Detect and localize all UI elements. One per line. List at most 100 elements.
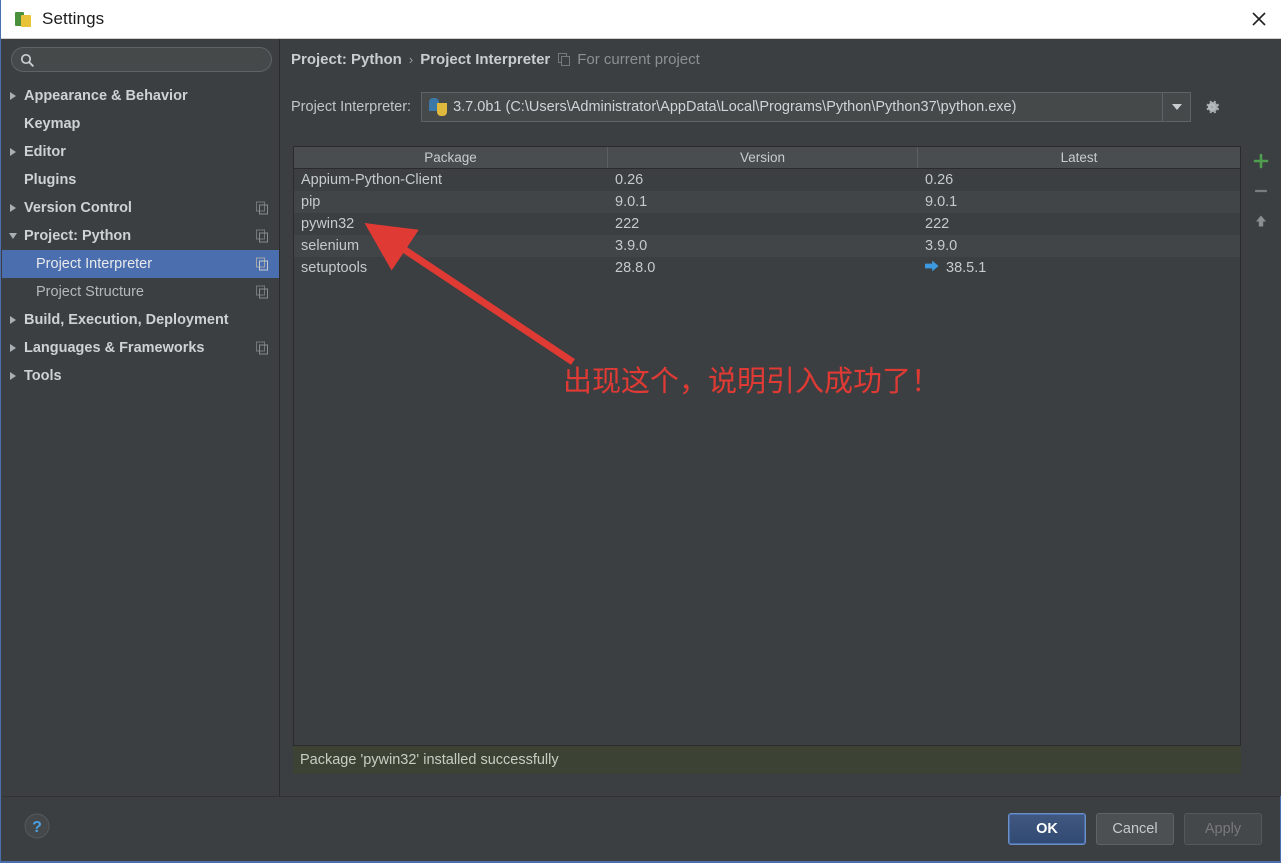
ok-button[interactable]: OK	[1008, 813, 1086, 845]
sidebar-item-version-control[interactable]: Version Control	[2, 194, 279, 222]
settings-tree: Appearance & Behavior Keymap Editor Plugins…	[2, 82, 279, 390]
cell-latest: 38.5.1	[918, 260, 1240, 276]
chevron-right-icon[interactable]	[2, 372, 24, 380]
column-header-package[interactable]: Package	[294, 147, 608, 168]
search-container	[2, 39, 279, 72]
cell-package: setuptools	[301, 260, 368, 276]
upgrade-package-button[interactable]	[1246, 206, 1276, 236]
sidebar-item-project-python[interactable]: Project: Python	[2, 222, 279, 250]
sidebar-item-label: Keymap	[24, 116, 81, 132]
interpreter-dropdown[interactable]: 3.7.0b1 (C:\Users\Administrator\AppData\…	[421, 92, 1192, 122]
column-header-latest[interactable]: Latest	[918, 147, 1240, 168]
status-bar: Package 'pywin32' installed successfully	[293, 746, 1241, 774]
cell-version: 9.0.1	[615, 194, 648, 210]
interpreter-label: Project Interpreter:	[291, 99, 412, 115]
sidebar-item-project-structure[interactable]: Project Structure	[2, 278, 279, 306]
table-row[interactable]: pywin32 222 222	[294, 213, 1240, 235]
window-title: Settings	[42, 9, 105, 28]
breadcrumb-leaf: Project Interpreter	[420, 51, 551, 68]
copy-icon	[558, 53, 571, 66]
cell-latest-text: 9.0.1	[925, 194, 958, 210]
chevron-right-icon[interactable]	[2, 148, 24, 156]
cell-version: 28.8.0	[615, 260, 656, 276]
upgrade-available-icon	[925, 260, 939, 276]
cell-latest-text: 3.9.0	[925, 238, 958, 254]
dialog-footer: ? OK Cancel Apply	[2, 796, 1280, 861]
sidebar-item-label: Build, Execution, Deployment	[24, 312, 229, 328]
breadcrumb: Project: Python › Project Interpreter Fo…	[291, 51, 700, 68]
chevron-down-icon[interactable]	[1162, 93, 1190, 121]
cell-latest: 0.26	[918, 172, 1240, 188]
close-icon[interactable]	[1236, 0, 1281, 38]
pycharm-icon	[15, 11, 32, 28]
sidebar-item-languages-frameworks[interactable]: Languages & Frameworks	[2, 334, 279, 362]
copy-icon	[256, 201, 269, 215]
sidebar-item-build-execution-deployment[interactable]: Build, Execution, Deployment	[2, 306, 279, 334]
search-input[interactable]	[40, 52, 255, 67]
copy-icon	[256, 229, 269, 243]
sidebar-item-project-interpreter[interactable]: Project Interpreter	[2, 250, 279, 278]
cell-version: 222	[615, 216, 640, 232]
sidebar-item-label: Project: Python	[24, 228, 132, 244]
cell-package: selenium	[301, 238, 360, 254]
cell-package: pywin32	[301, 216, 355, 232]
breadcrumb-separator: ›	[408, 52, 414, 67]
chevron-right-icon[interactable]	[2, 316, 24, 324]
annotation-text: 出现这个，说明引入成功了！	[563, 364, 941, 398]
apply-button: Apply	[1184, 813, 1262, 845]
cell-version: 3.9.0	[615, 238, 648, 254]
help-icon[interactable]: ?	[22, 811, 52, 841]
packages-table: Package Version Latest Appium-Python-Clien…	[293, 146, 1241, 746]
cell-latest-text: 0.26	[925, 172, 954, 188]
sidebar-item-tools[interactable]: Tools	[2, 362, 279, 390]
plus-icon	[1253, 153, 1269, 169]
cancel-button[interactable]: Cancel	[1096, 813, 1174, 845]
table-row[interactable]: Appium-Python-Client 0.26 0.26	[294, 169, 1240, 191]
cell-latest: 9.0.1	[918, 194, 1240, 210]
search-box[interactable]	[11, 47, 272, 72]
cell-package: Appium-Python-Client	[301, 172, 443, 188]
sidebar-item-editor[interactable]: Editor	[2, 138, 279, 166]
up-arrow-icon	[1256, 215, 1266, 227]
table-row[interactable]: setuptools 28.8.0 38.5.1	[294, 257, 1240, 279]
sidebar-item-label: Version Control	[24, 200, 132, 216]
sidebar-item-appearance-behavior[interactable]: Appearance & Behavior	[2, 82, 279, 110]
sidebar-item-label: Tools	[24, 368, 62, 384]
gear-icon[interactable]	[1199, 94, 1225, 120]
table-row[interactable]: pip 9.0.1 9.0.1	[294, 191, 1240, 213]
remove-package-button[interactable]	[1246, 176, 1276, 206]
interpreter-value: 3.7.0b1 (C:\Users\Administrator\AppData\…	[453, 99, 1017, 115]
table-row[interactable]: selenium 3.9.0 3.9.0	[294, 235, 1240, 257]
chevron-down-icon[interactable]	[2, 233, 24, 239]
main-panel: Project: Python › Project Interpreter Fo…	[281, 39, 1281, 796]
chevron-right-icon[interactable]	[2, 344, 24, 352]
footer-buttons: OK Cancel Apply	[1008, 813, 1262, 845]
search-icon	[20, 53, 34, 67]
sidebar-item-label: Project Structure	[36, 284, 144, 300]
sidebar-item-label: Plugins	[24, 172, 77, 188]
copy-icon	[256, 285, 269, 299]
settings-sidebar: Appearance & Behavior Keymap Editor Plugins…	[2, 39, 280, 796]
svg-text:?: ?	[32, 819, 42, 836]
settings-dialog: Settings Appearance & Behavior Keymap Edit…	[0, 0, 1281, 863]
minus-icon	[1254, 189, 1268, 193]
title-bar: Settings	[1, 0, 1281, 39]
copy-icon	[256, 341, 269, 355]
cell-latest-text: 222	[925, 216, 950, 232]
sidebar-item-label: Editor	[24, 144, 66, 160]
table-body: Appium-Python-Client 0.26 0.26 pip 9.0.1 9.0.…	[294, 169, 1240, 279]
cell-latest: 3.9.0	[918, 238, 1240, 254]
add-package-button[interactable]	[1246, 146, 1276, 176]
status-message: Package 'pywin32' installed successfully	[300, 752, 559, 768]
python-icon	[429, 98, 448, 116]
sidebar-item-label: Languages & Frameworks	[24, 340, 205, 356]
cell-latest-text: 38.5.1	[946, 260, 987, 276]
table-header-row: Package Version Latest	[294, 147, 1240, 169]
breadcrumb-root[interactable]: Project: Python	[291, 51, 402, 68]
table-toolbar	[1243, 146, 1279, 256]
sidebar-item-plugins[interactable]: Plugins	[2, 166, 279, 194]
chevron-right-icon[interactable]	[2, 92, 24, 100]
chevron-right-icon[interactable]	[2, 204, 24, 212]
column-header-version[interactable]: Version	[608, 147, 918, 168]
sidebar-item-keymap[interactable]: Keymap	[2, 110, 279, 138]
